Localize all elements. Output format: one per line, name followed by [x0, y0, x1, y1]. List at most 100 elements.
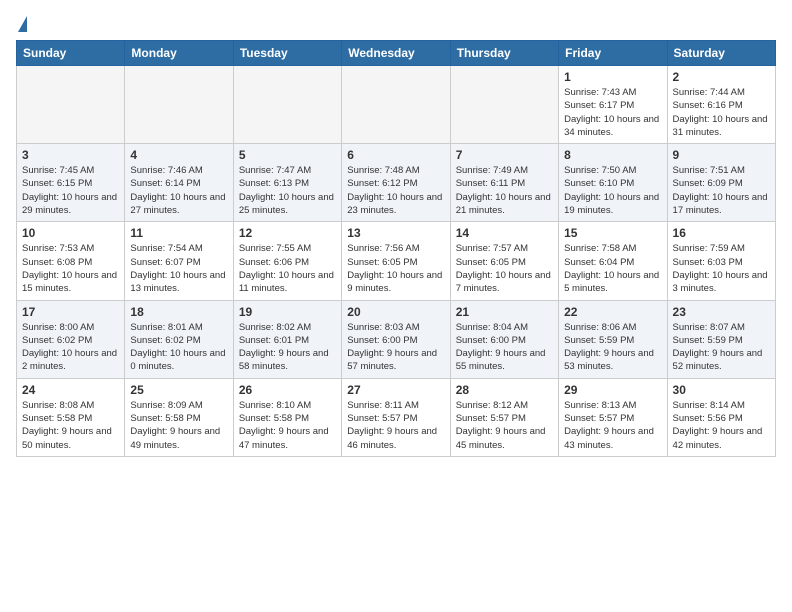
day-info: Sunrise: 8:13 AM Sunset: 5:57 PM Dayligh…	[564, 399, 661, 452]
calendar-day-cell: 16 Sunrise: 7:59 AM Sunset: 6:03 PM Dayli…	[667, 222, 775, 300]
day-info: Sunrise: 7:47 AM Sunset: 6:13 PM Dayligh…	[239, 164, 336, 217]
day-info: Sunrise: 8:06 AM Sunset: 5:59 PM Dayligh…	[564, 321, 661, 374]
calendar-day-cell: 17Sunrise: 8:00 AM Sunset: 6:02 PM Dayli…	[17, 300, 125, 378]
day-number: 29	[564, 383, 661, 397]
day-number: 13	[347, 226, 444, 240]
weekday-header-sunday: Sunday	[17, 41, 125, 66]
day-info: Sunrise: 8:04 AM Sunset: 6:00 PM Dayligh…	[456, 321, 553, 374]
day-number: 6	[347, 148, 444, 162]
day-info: Sunrise: 7:55 AM Sunset: 6:06 PM Dayligh…	[239, 242, 336, 295]
weekday-header-saturday: Saturday	[667, 41, 775, 66]
calendar-day-cell: 26 Sunrise: 8:10 AM Sunset: 5:58 PM Dayli…	[233, 378, 341, 456]
day-info: Sunrise: 8:11 AM Sunset: 5:57 PM Dayligh…	[347, 399, 444, 452]
day-number: 18	[130, 305, 227, 319]
calendar-day-cell: 18Sunrise: 8:01 AM Sunset: 6:02 PM Dayli…	[125, 300, 233, 378]
weekday-header-friday: Friday	[559, 41, 667, 66]
calendar-day-cell: 22 Sunrise: 8:06 AM Sunset: 5:59 PM Dayli…	[559, 300, 667, 378]
logo-triangle-icon	[18, 16, 27, 32]
header	[16, 16, 776, 32]
calendar-day-cell: 21 Sunrise: 8:04 AM Sunset: 6:00 PM Dayli…	[450, 300, 558, 378]
calendar-day-cell: 3 Sunrise: 7:45 AM Sunset: 6:15 PM Daylig…	[17, 144, 125, 222]
calendar-day-cell	[342, 66, 450, 144]
day-number: 3	[22, 148, 119, 162]
calendar-day-cell: 25 Sunrise: 8:09 AM Sunset: 5:58 PM Dayli…	[125, 378, 233, 456]
day-info: Sunrise: 8:09 AM Sunset: 5:58 PM Dayligh…	[130, 399, 227, 452]
calendar-day-cell: 6Sunrise: 7:48 AM Sunset: 6:12 PM Daylig…	[342, 144, 450, 222]
day-number: 11	[130, 226, 227, 240]
day-info: Sunrise: 8:07 AM Sunset: 5:59 PM Dayligh…	[673, 321, 770, 374]
day-info: Sunrise: 7:51 AM Sunset: 6:09 PM Dayligh…	[673, 164, 770, 217]
calendar-day-cell: 20 Sunrise: 8:03 AM Sunset: 6:00 PM Dayli…	[342, 300, 450, 378]
calendar-day-cell: 19 Sunrise: 8:02 AM Sunset: 6:01 PM Dayli…	[233, 300, 341, 378]
day-number: 21	[456, 305, 553, 319]
calendar-day-cell	[450, 66, 558, 144]
day-info: Sunrise: 8:10 AM Sunset: 5:58 PM Dayligh…	[239, 399, 336, 452]
day-info: Sunrise: 8:02 AM Sunset: 6:01 PM Dayligh…	[239, 321, 336, 374]
calendar-day-cell	[17, 66, 125, 144]
calendar-day-cell: 8 Sunrise: 7:50 AM Sunset: 6:10 PM Daylig…	[559, 144, 667, 222]
day-info: Sunrise: 7:57 AM Sunset: 6:05 PM Dayligh…	[456, 242, 553, 295]
day-number: 7	[456, 148, 553, 162]
day-number: 14	[456, 226, 553, 240]
day-number: 2	[673, 70, 770, 84]
day-number: 30	[673, 383, 770, 397]
calendar-day-cell: 14 Sunrise: 7:57 AM Sunset: 6:05 PM Dayli…	[450, 222, 558, 300]
day-info: Sunrise: 7:59 AM Sunset: 6:03 PM Dayligh…	[673, 242, 770, 295]
day-info: Sunrise: 8:12 AM Sunset: 5:57 PM Dayligh…	[456, 399, 553, 452]
calendar-day-cell: 24 Sunrise: 8:08 AM Sunset: 5:58 PM Dayli…	[17, 378, 125, 456]
day-number: 22	[564, 305, 661, 319]
calendar-week-1: 3 Sunrise: 7:45 AM Sunset: 6:15 PM Daylig…	[17, 144, 776, 222]
calendar-day-cell: 10 Sunrise: 7:53 AM Sunset: 6:08 PM Dayli…	[17, 222, 125, 300]
day-number: 25	[130, 383, 227, 397]
calendar-body: 1 Sunrise: 7:43 AM Sunset: 6:17 PM Daylig…	[17, 66, 776, 457]
day-info: Sunrise: 7:50 AM Sunset: 6:10 PM Dayligh…	[564, 164, 661, 217]
calendar-week-0: 1 Sunrise: 7:43 AM Sunset: 6:17 PM Daylig…	[17, 66, 776, 144]
calendar-day-cell: 1 Sunrise: 7:43 AM Sunset: 6:17 PM Daylig…	[559, 66, 667, 144]
calendar-day-cell	[125, 66, 233, 144]
day-info: Sunrise: 7:53 AM Sunset: 6:08 PM Dayligh…	[22, 242, 119, 295]
day-number: 8	[564, 148, 661, 162]
day-number: 26	[239, 383, 336, 397]
weekday-header-tuesday: Tuesday	[233, 41, 341, 66]
calendar-day-cell: 28 Sunrise: 8:12 AM Sunset: 5:57 PM Dayli…	[450, 378, 558, 456]
day-info: Sunrise: 7:43 AM Sunset: 6:17 PM Dayligh…	[564, 86, 661, 139]
calendar-day-cell: 9 Sunrise: 7:51 AM Sunset: 6:09 PM Daylig…	[667, 144, 775, 222]
day-info: Sunrise: 8:03 AM Sunset: 6:00 PM Dayligh…	[347, 321, 444, 374]
calendar-day-cell: 29 Sunrise: 8:13 AM Sunset: 5:57 PM Dayli…	[559, 378, 667, 456]
weekday-header-monday: Monday	[125, 41, 233, 66]
logo	[16, 16, 27, 32]
day-info: Sunrise: 8:00 AM Sunset: 6:02 PM Dayligh…	[22, 321, 119, 374]
day-number: 19	[239, 305, 336, 319]
day-info: Sunrise: 8:08 AM Sunset: 5:58 PM Dayligh…	[22, 399, 119, 452]
calendar-day-cell: 23 Sunrise: 8:07 AM Sunset: 5:59 PM Dayli…	[667, 300, 775, 378]
day-number: 27	[347, 383, 444, 397]
day-number: 28	[456, 383, 553, 397]
calendar-day-cell: 13Sunrise: 7:56 AM Sunset: 6:05 PM Dayli…	[342, 222, 450, 300]
day-info: Sunrise: 7:49 AM Sunset: 6:11 PM Dayligh…	[456, 164, 553, 217]
calendar-day-cell: 5Sunrise: 7:47 AM Sunset: 6:13 PM Daylig…	[233, 144, 341, 222]
weekday-header-thursday: Thursday	[450, 41, 558, 66]
day-number: 20	[347, 305, 444, 319]
calendar-day-cell: 15 Sunrise: 7:58 AM Sunset: 6:04 PM Dayli…	[559, 222, 667, 300]
day-number: 23	[673, 305, 770, 319]
weekday-header-wednesday: Wednesday	[342, 41, 450, 66]
day-info: Sunrise: 7:45 AM Sunset: 6:15 PM Dayligh…	[22, 164, 119, 217]
day-number: 24	[22, 383, 119, 397]
calendar-day-cell: 7 Sunrise: 7:49 AM Sunset: 6:11 PM Daylig…	[450, 144, 558, 222]
day-info: Sunrise: 7:44 AM Sunset: 6:16 PM Dayligh…	[673, 86, 770, 139]
day-number: 9	[673, 148, 770, 162]
day-number: 10	[22, 226, 119, 240]
calendar-day-cell: 30Sunrise: 8:14 AM Sunset: 5:56 PM Dayli…	[667, 378, 775, 456]
day-number: 16	[673, 226, 770, 240]
calendar-day-cell: 12Sunrise: 7:55 AM Sunset: 6:06 PM Dayli…	[233, 222, 341, 300]
weekday-header-row: SundayMondayTuesdayWednesdayThursdayFrid…	[17, 41, 776, 66]
day-info: Sunrise: 7:54 AM Sunset: 6:07 PM Dayligh…	[130, 242, 227, 295]
calendar-week-3: 17Sunrise: 8:00 AM Sunset: 6:02 PM Dayli…	[17, 300, 776, 378]
calendar-day-cell: 4Sunrise: 7:46 AM Sunset: 6:14 PM Daylig…	[125, 144, 233, 222]
calendar-day-cell: 27 Sunrise: 8:11 AM Sunset: 5:57 PM Dayli…	[342, 378, 450, 456]
day-number: 15	[564, 226, 661, 240]
day-info: Sunrise: 7:58 AM Sunset: 6:04 PM Dayligh…	[564, 242, 661, 295]
day-number: 4	[130, 148, 227, 162]
day-number: 1	[564, 70, 661, 84]
calendar: SundayMondayTuesdayWednesdayThursdayFrid…	[16, 40, 776, 457]
